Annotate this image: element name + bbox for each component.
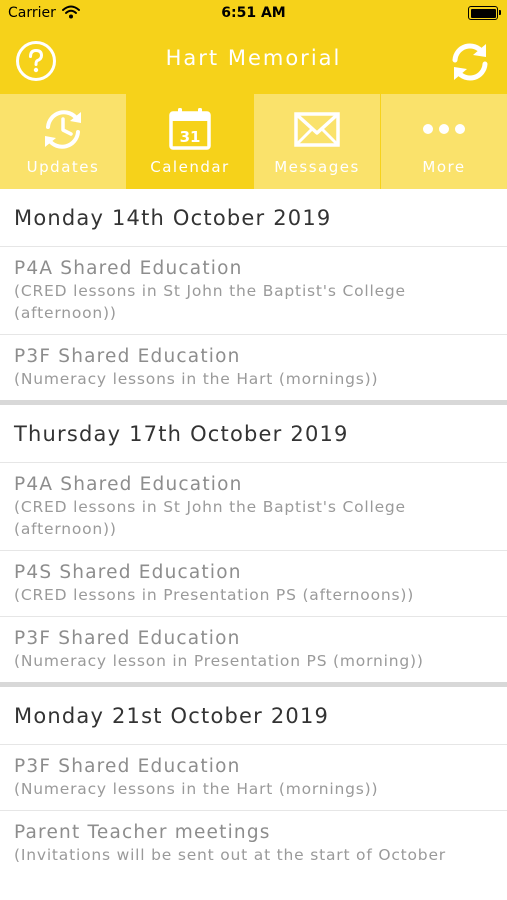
event-item[interactable]: P3F Shared Education (Numeracy lesson in… <box>0 617 507 682</box>
event-item[interactable]: Parent Teacher meetings (Invitations wil… <box>0 811 507 876</box>
day-header: Monday 21st October 2019 <box>0 687 507 745</box>
battery-icon <box>468 6 501 20</box>
app-header: Hart Memorial <box>0 26 507 94</box>
event-title: P3F Shared Education <box>14 346 241 367</box>
clock-refresh-icon <box>39 105 87 153</box>
svg-text:31: 31 <box>180 128 201 146</box>
event-title: Parent Teacher meetings <box>14 822 271 843</box>
event-description: (Numeracy lessons in the Hart (mornings)… <box>14 370 379 388</box>
tab-updates[interactable]: Updates <box>0 94 127 189</box>
event-title: P3F Shared Education <box>14 628 241 649</box>
event-description: (Numeracy lessons in the Hart (mornings)… <box>14 780 379 798</box>
calendar-icon: 31 <box>166 105 214 153</box>
event-item[interactable]: P3F Shared Education (Numeracy lessons i… <box>0 335 507 400</box>
status-time: 6:51 AM <box>221 5 286 21</box>
event-item[interactable]: P3F Shared Education (Numeracy lessons i… <box>0 745 507 811</box>
event-item[interactable]: P4A Shared Education (CRED lessons in St… <box>0 463 507 551</box>
tab-messages-label: Messages <box>274 158 360 176</box>
envelope-icon <box>293 105 341 153</box>
tab-calendar[interactable]: 31 Calendar <box>127 94 254 189</box>
event-description: (CRED lessons in St John the Baptist's C… <box>14 282 406 322</box>
event-description: (CRED lessons in St John the Baptist's C… <box>14 498 406 538</box>
tab-messages[interactable]: Messages <box>254 94 381 189</box>
event-title: P4A Shared Education <box>14 474 243 495</box>
app-title: Hart Memorial <box>165 46 342 70</box>
event-item[interactable]: P4S Shared Education (CRED lessons in Pr… <box>0 551 507 617</box>
event-item[interactable]: P4A Shared Education (CRED lessons in St… <box>0 247 507 335</box>
event-description: (Invitations will be sent out at the sta… <box>14 846 446 864</box>
event-title: P4A Shared Education <box>14 258 243 279</box>
tab-updates-label: Updates <box>26 158 100 176</box>
calendar-list[interactable]: Monday 14th October 2019 P4A Shared Educ… <box>0 189 507 900</box>
refresh-icon <box>452 43 488 81</box>
more-dots-icon <box>420 105 468 153</box>
event-title: P4S Shared Education <box>14 562 242 583</box>
event-description: (Numeracy lesson in Presentation PS (mor… <box>14 652 424 670</box>
tab-more-label: More <box>422 158 466 176</box>
day-header: Thursday 17th October 2019 <box>0 405 507 463</box>
day-header: Monday 14th October 2019 <box>0 189 507 247</box>
refresh-button[interactable] <box>448 40 492 84</box>
status-bar: Carrier 6:51 AM <box>0 0 507 26</box>
tab-more[interactable]: More <box>381 94 507 189</box>
tab-calendar-label: Calendar <box>150 158 230 176</box>
event-description: (CRED lessons in Presentation PS (aftern… <box>14 586 415 604</box>
event-title: P3F Shared Education <box>14 756 241 777</box>
tab-bar: Updates 31 Calendar Messages More <box>0 94 507 189</box>
